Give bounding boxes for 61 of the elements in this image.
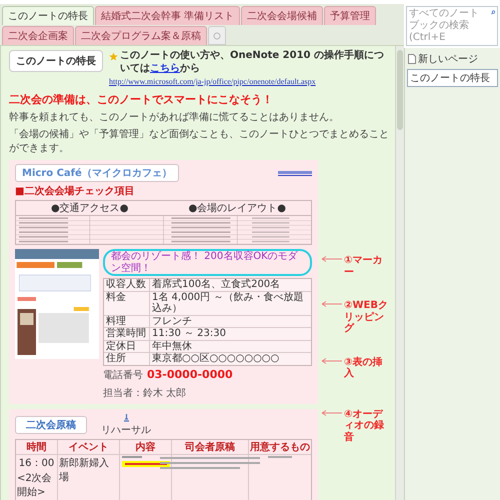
table-cell: 料理 — [104, 316, 150, 327]
section-heading: ■二次会会場チェック項目 — [15, 184, 136, 198]
section-tab[interactable]: 二次会企画案 — [2, 26, 74, 45]
search-icon — [490, 8, 495, 17]
column-header: ●会場のレイアウト● — [188, 202, 287, 215]
column-header: 司会者原稿 — [172, 440, 249, 454]
marker-highlight: 都会のリゾート感！ 200名収容OKのモダン空間！ — [103, 249, 312, 276]
page-title: このノートの特長 — [9, 50, 103, 72]
blurred-link-drawing — [278, 170, 312, 176]
table-cell-text: 11:30 ～ 23:30 — [151, 328, 227, 340]
table-cell-text: 着席式100名、立食式200名 — [151, 279, 282, 290]
blurred-text-drawing — [268, 456, 292, 458]
phone-label: 電話番号 — [103, 368, 143, 382]
scrollbar[interactable] — [395, 46, 404, 500]
table-cell: 住所 — [104, 353, 150, 364]
audio-recording[interactable]: リハーサル — [101, 412, 151, 436]
table-cell: 定休日 — [104, 340, 150, 352]
column-header: 内容 — [120, 440, 172, 454]
table-cell-text: <2次会開始> — [17, 472, 53, 498]
leader-line — [321, 255, 343, 263]
table-cell-text: フレンチ — [151, 316, 193, 327]
circle-icon — [213, 32, 221, 40]
section-title: 二次会原稿 — [15, 416, 87, 434]
column-header: イベント — [58, 440, 120, 454]
table-cell: 新郎新婦入場 — [58, 454, 120, 500]
section-tab[interactable]: 予算管理 — [324, 6, 376, 25]
url-link[interactable]: http://www.microsoft.com/ja-jp/office/pipc/onenote/default.aspx — [109, 77, 391, 86]
section-tab[interactable]: 結婚式二次会幹事 準備リスト — [95, 6, 240, 25]
annotation-label: ②WEBクリッピング — [344, 300, 389, 334]
body-text: 「会場の候補」や「予算管理」など面倒なことも、このノートひとつでまとめることができます。 — [9, 128, 390, 155]
table-cell: 収容人数 — [104, 279, 150, 290]
table-cell-text: 年中無休 — [151, 340, 193, 352]
annotation-label: ①マーカー — [344, 255, 384, 278]
page-icon — [408, 54, 416, 64]
leader-line — [321, 300, 343, 308]
new-page-button[interactable]: 新しいページ — [407, 51, 498, 67]
phone-number: 03-0000-0000 — [147, 368, 233, 380]
table-cell: 料金 — [104, 292, 150, 314]
leader-line — [321, 408, 343, 416]
star-icon — [109, 52, 118, 61]
headline: 二次会の準備は、このノートでスマートにこなそう！ — [9, 92, 274, 107]
section-tab[interactable]: 二次会プログラム案＆原稿 — [75, 26, 207, 45]
table-cell-text: 東京都○○区○○○○○○○○ — [151, 353, 280, 364]
intro-text: このノートの使い方や、OneNote 2010 の操作手順についてはこちらから — [120, 50, 385, 75]
leader-line — [321, 356, 343, 364]
new-section-tab[interactable] — [208, 26, 226, 45]
column-header: 時間 — [16, 440, 58, 454]
page-tab[interactable]: このノートの特長 — [407, 69, 498, 87]
annotation-label: ④オーディオの録音 — [344, 408, 385, 443]
table-cell: 営業時間 — [104, 328, 150, 340]
column-header: 用意するもの — [249, 440, 311, 454]
venue-name: Micro Café（マイクロカフェ） — [15, 164, 179, 182]
annotation-label: ③表の挿入 — [344, 356, 384, 380]
table-cell-text: 1名 4,000円 ～（飲み・食べ放題込み） — [151, 292, 304, 314]
here-link[interactable]: こちら — [150, 62, 180, 74]
table-cell-text: 16：00 — [18, 456, 54, 470]
body-text: 幹事を頼まれても、このノートがあれば準備に慌てることはありません。 — [9, 110, 340, 124]
column-header: ●交通アクセス● — [50, 202, 130, 215]
section-tab[interactable]: 二次会会場候補 — [241, 6, 324, 25]
contact-name: 担当者：鈴木 太郎 — [103, 386, 186, 400]
section-tab[interactable]: このノートの特長 — [2, 6, 94, 25]
